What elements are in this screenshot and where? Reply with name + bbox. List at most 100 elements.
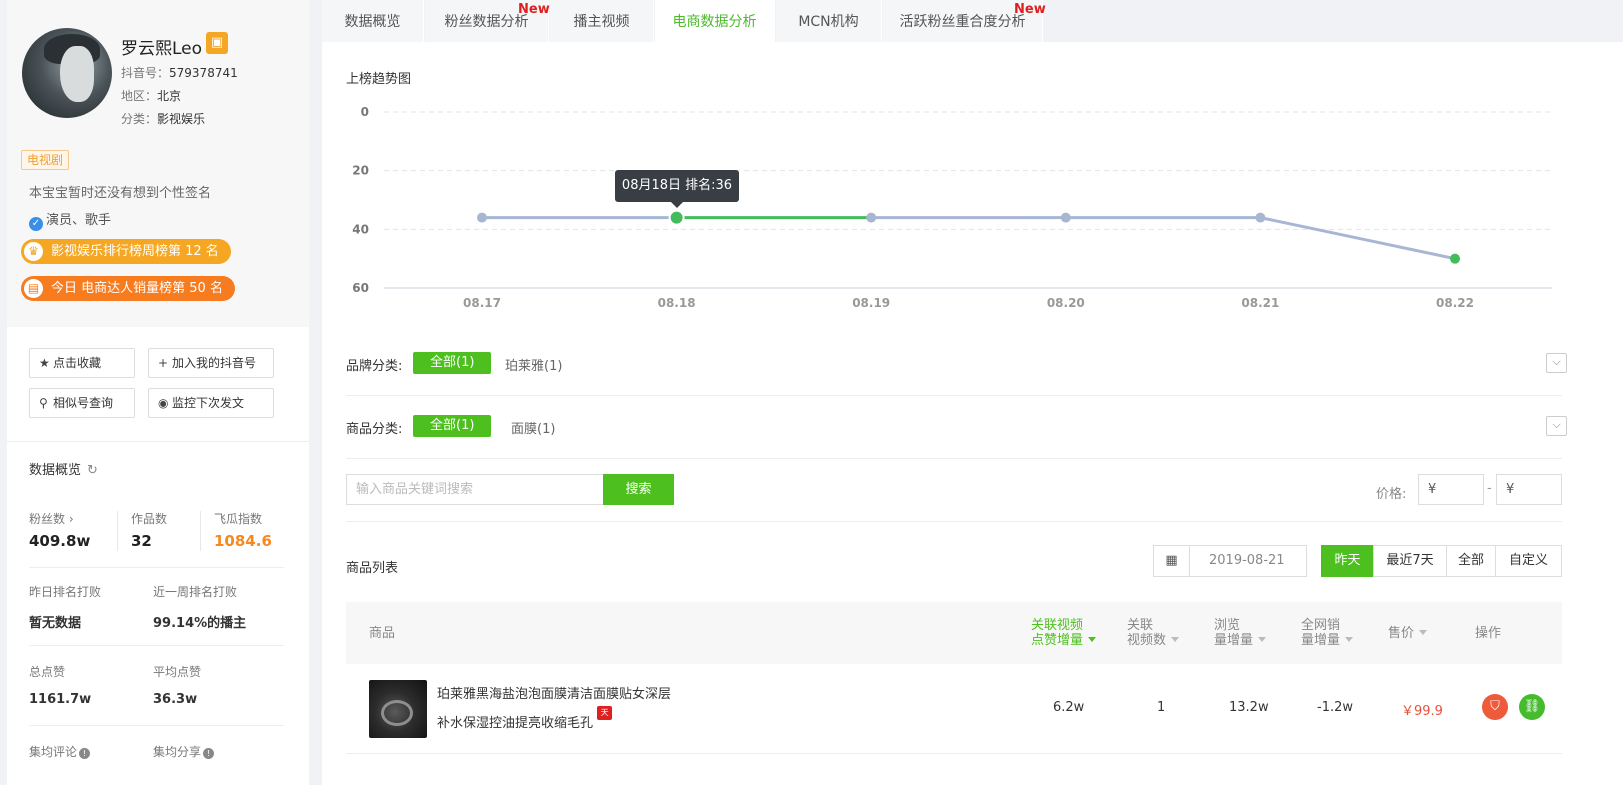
stat-index: 飞瓜指数 1084.6	[214, 512, 272, 550]
verified-icon: ✓	[29, 217, 43, 231]
data-point	[1060, 212, 1071, 223]
y-tick-label: 40	[352, 222, 369, 236]
cell-video-count: 1	[1157, 700, 1166, 715]
add-account-button[interactable]: + 加入我的抖音号	[148, 348, 274, 378]
category-tag[interactable]: 电视剧	[21, 150, 70, 170]
divider	[346, 521, 1562, 522]
rank-badge-ecommerce[interactable]: ▤ 今日 电商达人销量榜第 50 名	[21, 276, 235, 301]
stat-fans[interactable]: 粉丝数 › 409.8w	[29, 510, 90, 550]
category: 分类：影视娱乐	[121, 112, 206, 126]
main-panel: 上榜趋势图 0 20 40 60 08.17 08.18 08.19 08.20 08.21 08…	[322, 42, 1623, 785]
sort-icon	[1419, 630, 1428, 635]
stat-beat-week: 近一周排名打败 99.14%的播主	[153, 585, 247, 631]
sidebar: 罗云熙Leo ▣ 抖音号：579378741 地区：北京 分类：影视娱乐 电视剧…	[7, 0, 309, 785]
col-views[interactable]: 浏览 量增量	[1214, 618, 1267, 648]
col-ops: 操作	[1475, 626, 1502, 641]
info-icon[interactable]: !	[79, 748, 91, 759]
product-filter-label: 商品分类:	[346, 422, 403, 437]
sort-icon	[1345, 637, 1354, 642]
x-tick-label: 08.17	[463, 296, 501, 310]
nickname: 罗云熙Leo	[121, 39, 203, 59]
similar-search-button[interactable]: ⚲ 相似号查询	[29, 388, 135, 418]
divider	[29, 645, 284, 646]
tab-bar: 数据概览 粉丝数据分析 New 播主视频 电商数据分析 MCN机构 活跃粉丝重合…	[322, 0, 1623, 42]
range-yesterday[interactable]: 昨天	[1321, 545, 1374, 577]
product-thumbnail[interactable]	[369, 680, 427, 738]
tab-fan-overlap[interactable]: 活跃粉丝重合度分析 New	[883, 0, 1046, 42]
range-7days[interactable]: 最近7天	[1373, 545, 1447, 577]
col-price[interactable]: 售价	[1388, 626, 1428, 641]
tmall-icon: 天猫	[597, 706, 613, 731]
tab-ecommerce[interactable]: 电商数据分析	[655, 0, 775, 42]
new-badge: New	[1014, 2, 1046, 17]
calendar-icon: ▦	[1154, 546, 1190, 576]
x-tick-label: 08.22	[1436, 296, 1474, 310]
sort-icon	[1171, 637, 1180, 642]
chevron-down-icon[interactable]: ⌵	[1546, 416, 1567, 436]
tab-mcn[interactable]: MCN机构	[776, 0, 882, 42]
data-point	[1255, 212, 1266, 223]
rank-trend-chart: 0 20 40 60 08.17 08.18 08.19 08.20 08.21 08.22	[352, 105, 1552, 310]
x-tick-label: 08.19	[852, 296, 890, 310]
table-header: 商品 关联视频 点赞增量 关联 视频数 浏览 量增量 全网销 量增量 售价 操作	[346, 602, 1562, 664]
y-tick-label: 60	[352, 281, 369, 295]
chevron-down-icon[interactable]: ⌵	[1546, 353, 1567, 373]
shopping-bag-icon[interactable]: ⛉	[1482, 694, 1508, 720]
divider	[29, 567, 284, 568]
shop-icon[interactable]: ▣	[206, 32, 228, 54]
overview-title: 数据概览 ↻	[29, 463, 98, 478]
rank-badge-weekly[interactable]: ♛ 影视娱乐排行榜周榜第 12 名	[21, 239, 231, 264]
douyin-id: 抖音号：579378741	[121, 66, 238, 80]
sort-icon	[1258, 637, 1267, 642]
data-point	[1450, 253, 1460, 264]
range-all[interactable]: 全部	[1446, 545, 1496, 577]
brand-filter-row: 品牌分类: 全部(1) 珀莱雅(1) ⌵	[346, 333, 1567, 396]
product-filter-row: 商品分类: 全部(1) 面膜(1) ⌵	[346, 396, 1567, 459]
action-buttons: ★ 点击收藏 + 加入我的抖音号 ⚲ 相似号查询 ◉ 监控下次发文	[7, 327, 309, 442]
favorite-button[interactable]: ★ 点击收藏	[29, 348, 135, 378]
avatar	[22, 28, 112, 118]
date-picker[interactable]: ▦ 2019-08-21	[1153, 545, 1307, 577]
data-point	[668, 209, 685, 226]
col-video-count[interactable]: 关联 视频数	[1127, 618, 1180, 648]
search-icon: ⚲	[39, 396, 48, 410]
divider	[29, 725, 284, 726]
range-custom[interactable]: 自定义	[1495, 545, 1562, 577]
product-name[interactable]: 珀莱雅黑海盐泡泡面膜清洁面膜贴女深层补水保湿控油提亮收缩毛孔 天猫	[437, 684, 677, 735]
x-tick-label: 08.18	[658, 296, 696, 310]
col-video-likes[interactable]: 关联视频 点赞增量	[1031, 618, 1097, 648]
info-icon[interactable]: !	[203, 748, 215, 759]
y-tick-label: 20	[352, 164, 369, 178]
cell-views: 13.2w	[1229, 700, 1269, 715]
search-button[interactable]: 搜索	[603, 474, 674, 505]
stat-total-likes: 总点赞 1161.7w	[29, 665, 92, 707]
region: 地区：北京	[121, 89, 182, 103]
plus-icon: +	[158, 356, 169, 370]
x-tick-label: 08.20	[1047, 296, 1085, 310]
brand-option-chip[interactable]: 珀莱雅(1)	[505, 355, 562, 374]
date-value: 2019-08-21	[1209, 553, 1285, 568]
verification: ✓ 演员、歌手	[29, 209, 111, 231]
product-search-input[interactable]	[346, 474, 603, 505]
y-tick-label: 0	[361, 105, 369, 119]
eye-icon: ◉	[158, 396, 169, 410]
product-option-chip[interactable]: 面膜(1)	[511, 418, 555, 437]
divider	[117, 511, 118, 551]
product-all-chip[interactable]: 全部(1)	[413, 415, 492, 437]
tab-overview[interactable]: 数据概览	[322, 0, 424, 42]
brand-all-chip[interactable]: 全部(1)	[413, 352, 492, 374]
monitor-button[interactable]: ◉ 监控下次发文	[148, 388, 274, 418]
stat-avg-comments: 集均评论!	[29, 743, 91, 760]
crown-icon: ♛	[24, 242, 43, 261]
tab-videos[interactable]: 播主视频	[550, 0, 654, 42]
price-max-input[interactable]: ¥	[1496, 474, 1562, 505]
stat-avg-shares: 集均分享!	[153, 743, 215, 760]
refresh-icon[interactable]: ↻	[87, 463, 98, 478]
col-sales[interactable]: 全网销 量增量	[1301, 618, 1354, 648]
tab-fans-analysis[interactable]: 粉丝数据分析 New	[425, 0, 550, 42]
price-min-input[interactable]: ¥	[1418, 474, 1484, 505]
cell-video-likes: 6.2w	[1053, 700, 1085, 715]
link-icon[interactable]: ⛓	[1519, 694, 1545, 720]
table-row[interactable]: 珀莱雅黑海盐泡泡面膜清洁面膜贴女深层补水保湿控油提亮收缩毛孔 天猫 6.2w 1…	[346, 664, 1562, 754]
price-separator: -	[1487, 481, 1492, 496]
